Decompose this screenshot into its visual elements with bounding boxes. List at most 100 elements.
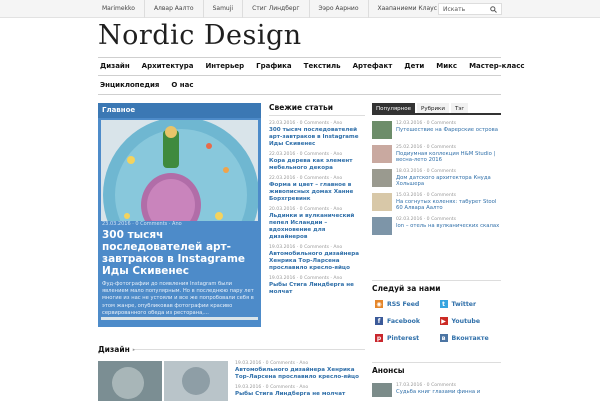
section-title: Анонсы (372, 366, 405, 375)
social-label: RSS Feed (387, 300, 420, 308)
article-link[interactable]: Рыбы Стига Линдберга не молчат (235, 391, 365, 398)
article-link[interactable]: Льдинки и вулканический пепел Исландии –… (269, 213, 365, 241)
featured-excerpt: Фуд-фотографии до появления Instagram бы… (102, 281, 254, 316)
article-link[interactable]: Дом датского архитектора Кнуда Хольшера (396, 175, 501, 188)
social-youtube[interactable]: ▶ Youtube (437, 316, 502, 326)
popular-list: 12.03.2016 · 0 Comments Путешествие на Фа… (372, 121, 501, 241)
tab-categories[interactable]: Рубрики (417, 103, 449, 113)
social-label: Вконтакте (451, 334, 489, 342)
top-bar: Marimekko Алвар Аалто Samuji Стиг Линдбе… (0, 0, 600, 18)
nav-item[interactable]: Интерьер (203, 62, 246, 70)
announcements: Анонсы 17.03.2016 · 0 Comments Судьба кни… (372, 366, 501, 397)
top-link[interactable]: Marimekko (98, 0, 144, 18)
article-link[interactable]: Рыбы Стига Линдберга не молчат (269, 282, 365, 296)
vk-icon: в (439, 334, 448, 342)
list-item: 15.03.2016 · 0 Comments На согнутых колен… (372, 193, 501, 213)
nav-item[interactable]: Текстиль (302, 62, 343, 70)
divider (269, 115, 365, 116)
nav-item[interactable]: Энциклопедия (98, 81, 161, 89)
social-pinterest[interactable]: p Pinterest (372, 333, 437, 343)
social-label: Pinterest (387, 334, 420, 342)
pinterest-icon: p (375, 334, 383, 342)
top-link[interactable]: Ээро Аарнио (308, 0, 368, 18)
search-input[interactable] (443, 5, 487, 13)
nav-item[interactable]: Мастер-класс (467, 62, 526, 70)
thumbnail[interactable] (372, 145, 392, 163)
search-icon[interactable] (490, 5, 497, 13)
list-item: 17.03.2016 · 0 Comments Судьба книг глаза… (372, 383, 501, 397)
social-vk[interactable]: в Вконтакте (437, 333, 502, 343)
featured-title[interactable]: 300 тысяч последователей арт-завтраков в… (102, 229, 257, 277)
divider (135, 349, 365, 350)
top-link[interactable]: Samuji (202, 0, 242, 18)
article-link[interactable]: Судьба книг глазами финна и (396, 389, 480, 395)
divider (372, 280, 501, 281)
divider (98, 57, 501, 58)
follow-us: Следуй за нами ◉ RSS Feed t Twitter f Faceb… (372, 284, 501, 343)
search-box (438, 3, 502, 15)
social-label: Twitter (451, 300, 477, 308)
social-twitter[interactable]: t Twitter (437, 299, 502, 309)
list-item: 19.03.2016 · 0 Comments · Ano Рыбы Стига… (269, 276, 365, 296)
nav-item[interactable]: Архитектура (140, 62, 196, 70)
article-link[interactable]: Кора дерева как элемент мебельного декор… (269, 158, 365, 172)
divider (372, 362, 501, 363)
nav-item[interactable]: Дети (402, 62, 426, 70)
tab-tags[interactable]: Тэг (450, 103, 469, 113)
list-item: 19.03.2016 · 0 Comments · Ano Автомобиль… (235, 361, 365, 381)
list-item: 02.03.2016 · 0 Comments Ion – отель на ву… (372, 217, 501, 237)
featured-heading: Главное (98, 103, 261, 118)
main-nav-row2: Энциклопедия О нас (98, 78, 204, 92)
list-item: 23.03.2016 · 0 Comments · Ano 300 тысяч … (269, 121, 365, 148)
design-section-header: Дизайн ▸ (98, 345, 135, 354)
tab-popular[interactable]: Популярное (372, 103, 416, 113)
site-logo[interactable]: Nordic Design (98, 20, 302, 51)
featured-text: 23.03.2016 · 0 Comments · Ano 300 тысяч … (98, 221, 261, 318)
section-title: Свежие статьи (269, 103, 333, 112)
nav-item[interactable]: Графика (254, 62, 294, 70)
nav-item[interactable]: Артефакт (351, 62, 395, 70)
top-links: Marimekko Алвар Аалто Samuji Стиг Линдбе… (98, 0, 446, 18)
list-item: 18.03.2016 · 0 Comments Дом датского архи… (372, 169, 501, 189)
list-item: 20.03.2016 · 0 Comments · Ano Льдинки и … (269, 207, 365, 241)
thumbnail[interactable] (372, 169, 392, 187)
featured-panel: Главное 23.03.2016 · 0 Comments · Ano 30… (98, 103, 261, 327)
thumbnail[interactable] (372, 121, 392, 139)
thumbnail[interactable] (372, 193, 392, 211)
top-link[interactable]: Алвар Аалто (143, 0, 203, 18)
thumbnail[interactable] (372, 217, 392, 235)
social-label: Facebook (387, 317, 420, 325)
article-link[interactable]: Путешествие на Фарерские острова (396, 127, 498, 133)
rss-icon: ◉ (375, 300, 383, 308)
nav-item[interactable]: Дизайн (98, 62, 132, 70)
list-item: 19.03.2016 · 0 Comments · Ano Автомобиль… (269, 245, 365, 272)
design-list: 19.03.2016 · 0 Comments · Ano Автомобиль… (235, 361, 365, 402)
article-link[interactable]: На согнутых коленях: табурет Stool 60 Ал… (396, 199, 501, 212)
top-link[interactable]: Хаапаниеми Клаус (367, 0, 447, 18)
list-item: 25.02.2016 · 0 Comments Подиумная коллекц… (372, 145, 501, 165)
social-links: ◉ RSS Feed t Twitter f Facebook ▶ Youtube pP… (372, 299, 501, 343)
nav-item[interactable]: Микс (434, 62, 459, 70)
top-link[interactable]: Стиг Линдберг (242, 0, 308, 18)
article-link[interactable]: Автомобильного дизайнера Хенрика Тор-Лар… (269, 251, 365, 272)
section-title[interactable]: Дизайн (98, 345, 130, 354)
article-link[interactable]: Ion – отель на вулканических скалах (396, 223, 499, 229)
sidebar-tabs: Популярное Рубрики Тэг (372, 103, 501, 115)
article-link[interactable]: Подиумная коллекция H&M Studio | весна-л… (396, 151, 501, 164)
article-link[interactable]: Автомобильного дизайнера Хенрика Тор-Лар… (235, 367, 365, 381)
featured-meta: 23.03.2016 · 0 Comments · Ano (102, 221, 182, 227)
article-link[interactable]: 300 тысяч последователей арт-завтраков в… (269, 127, 365, 148)
divider (98, 94, 501, 95)
twitter-icon: t (439, 300, 448, 308)
divider (98, 75, 501, 76)
thumbnail[interactable] (372, 383, 392, 397)
social-facebook[interactable]: f Facebook (372, 316, 437, 326)
facebook-icon: f (375, 317, 383, 325)
nav-item[interactable]: О нас (169, 81, 195, 89)
design-images[interactable] (98, 361, 228, 401)
list-item: 19.03.2016 · 0 Comments · Ano Рыбы Стига… (235, 385, 365, 398)
list-item: 22.03.2016 · 0 Comments · Ano Кора дерев… (269, 152, 365, 172)
social-label: Youtube (451, 317, 481, 325)
article-link[interactable]: Форма и цвет – главное в живописных дома… (269, 182, 365, 203)
social-rss[interactable]: ◉ RSS Feed (372, 299, 437, 309)
